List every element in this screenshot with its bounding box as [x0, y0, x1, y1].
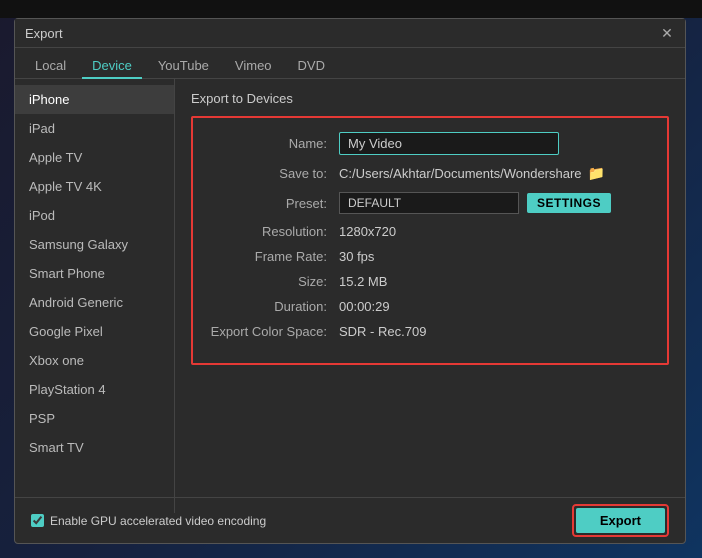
saveto-path: C:/Users/Akhtar/Documents/Wondershare	[339, 166, 582, 181]
saveto-label: Save to:	[209, 166, 339, 181]
export-settings-box: Name: Save to: C:/Users/Akhtar/Documents…	[191, 116, 669, 365]
sidebar-item-ipod[interactable]: iPod	[15, 201, 174, 230]
name-input[interactable]	[339, 132, 559, 155]
size-value: 15.2 MB	[339, 274, 387, 289]
sidebar-item-googlepixel[interactable]: Google Pixel	[15, 317, 174, 346]
export-button-wrap: Export	[572, 504, 669, 537]
main-content: iPhone iPad Apple TV Apple TV 4K iPod Sa…	[15, 79, 685, 513]
close-button[interactable]: ✕	[659, 25, 675, 41]
duration-label: Duration:	[209, 299, 339, 314]
saveto-row: Save to: C:/Users/Akhtar/Documents/Wonde…	[209, 165, 651, 182]
framerate-label: Frame Rate:	[209, 249, 339, 264]
export-button[interactable]: Export	[576, 508, 665, 533]
panel-title: Export to Devices	[191, 91, 669, 106]
name-row: Name:	[209, 132, 651, 155]
dialog-title: Export	[25, 26, 63, 41]
preset-controls: DEFAULT High Quality Medium Quality Low …	[339, 192, 611, 214]
size-label: Size:	[209, 274, 339, 289]
tab-dvd[interactable]: DVD	[288, 54, 335, 79]
resolution-value: 1280x720	[339, 224, 396, 239]
gpu-label: Enable GPU accelerated video encoding	[50, 514, 266, 528]
duration-row: Duration: 00:00:29	[209, 299, 651, 314]
folder-browse-button[interactable]: 📁	[588, 165, 605, 182]
tab-device[interactable]: Device	[82, 54, 142, 79]
size-row: Size: 15.2 MB	[209, 274, 651, 289]
export-dialog: Export ✕ Local Device YouTube Vimeo DVD …	[14, 18, 686, 544]
resolution-row: Resolution: 1280x720	[209, 224, 651, 239]
duration-value: 00:00:29	[339, 299, 390, 314]
colorspace-label: Export Color Space:	[209, 324, 339, 339]
sidebar-item-psp[interactable]: PSP	[15, 404, 174, 433]
dialog-titlebar: Export ✕	[15, 19, 685, 48]
preset-label: Preset:	[209, 196, 339, 211]
sidebar-item-smartphone[interactable]: Smart Phone	[15, 259, 174, 288]
framerate-value: 30 fps	[339, 249, 374, 264]
device-sidebar: iPhone iPad Apple TV Apple TV 4K iPod Sa…	[15, 79, 175, 513]
sidebar-item-smarttv[interactable]: Smart TV	[15, 433, 174, 462]
sidebar-item-xboxone[interactable]: Xbox one	[15, 346, 174, 375]
framerate-row: Frame Rate: 30 fps	[209, 249, 651, 264]
tab-vimeo[interactable]: Vimeo	[225, 54, 282, 79]
colorspace-row: Export Color Space: SDR - Rec.709	[209, 324, 651, 339]
tab-youtube[interactable]: YouTube	[148, 54, 219, 79]
saveto-value-row: C:/Users/Akhtar/Documents/Wondershare 📁	[339, 165, 605, 182]
preset-select[interactable]: DEFAULT High Quality Medium Quality Low …	[339, 192, 519, 214]
resolution-label: Resolution:	[209, 224, 339, 239]
gpu-option-row: Enable GPU accelerated video encoding	[31, 514, 266, 528]
gpu-checkbox[interactable]	[31, 514, 44, 527]
bottom-bar: Enable GPU accelerated video encoding Ex…	[15, 497, 685, 543]
colorspace-value: SDR - Rec.709	[339, 324, 426, 339]
name-label: Name:	[209, 136, 339, 151]
preset-row: Preset: DEFAULT High Quality Medium Qual…	[209, 192, 651, 214]
tab-local[interactable]: Local	[25, 54, 76, 79]
sidebar-item-iphone[interactable]: iPhone	[15, 85, 174, 114]
sidebar-item-ipad[interactable]: iPad	[15, 114, 174, 143]
sidebar-item-android[interactable]: Android Generic	[15, 288, 174, 317]
sidebar-item-ps4[interactable]: PlayStation 4	[15, 375, 174, 404]
settings-button[interactable]: SETTINGS	[527, 193, 611, 213]
tab-bar: Local Device YouTube Vimeo DVD	[15, 48, 685, 79]
sidebar-item-samsung[interactable]: Samsung Galaxy	[15, 230, 174, 259]
sidebar-item-appletv[interactable]: Apple TV	[15, 143, 174, 172]
right-panel: Export to Devices Name: Save to: C:/User…	[175, 79, 685, 513]
sidebar-item-appletv4k[interactable]: Apple TV 4K	[15, 172, 174, 201]
